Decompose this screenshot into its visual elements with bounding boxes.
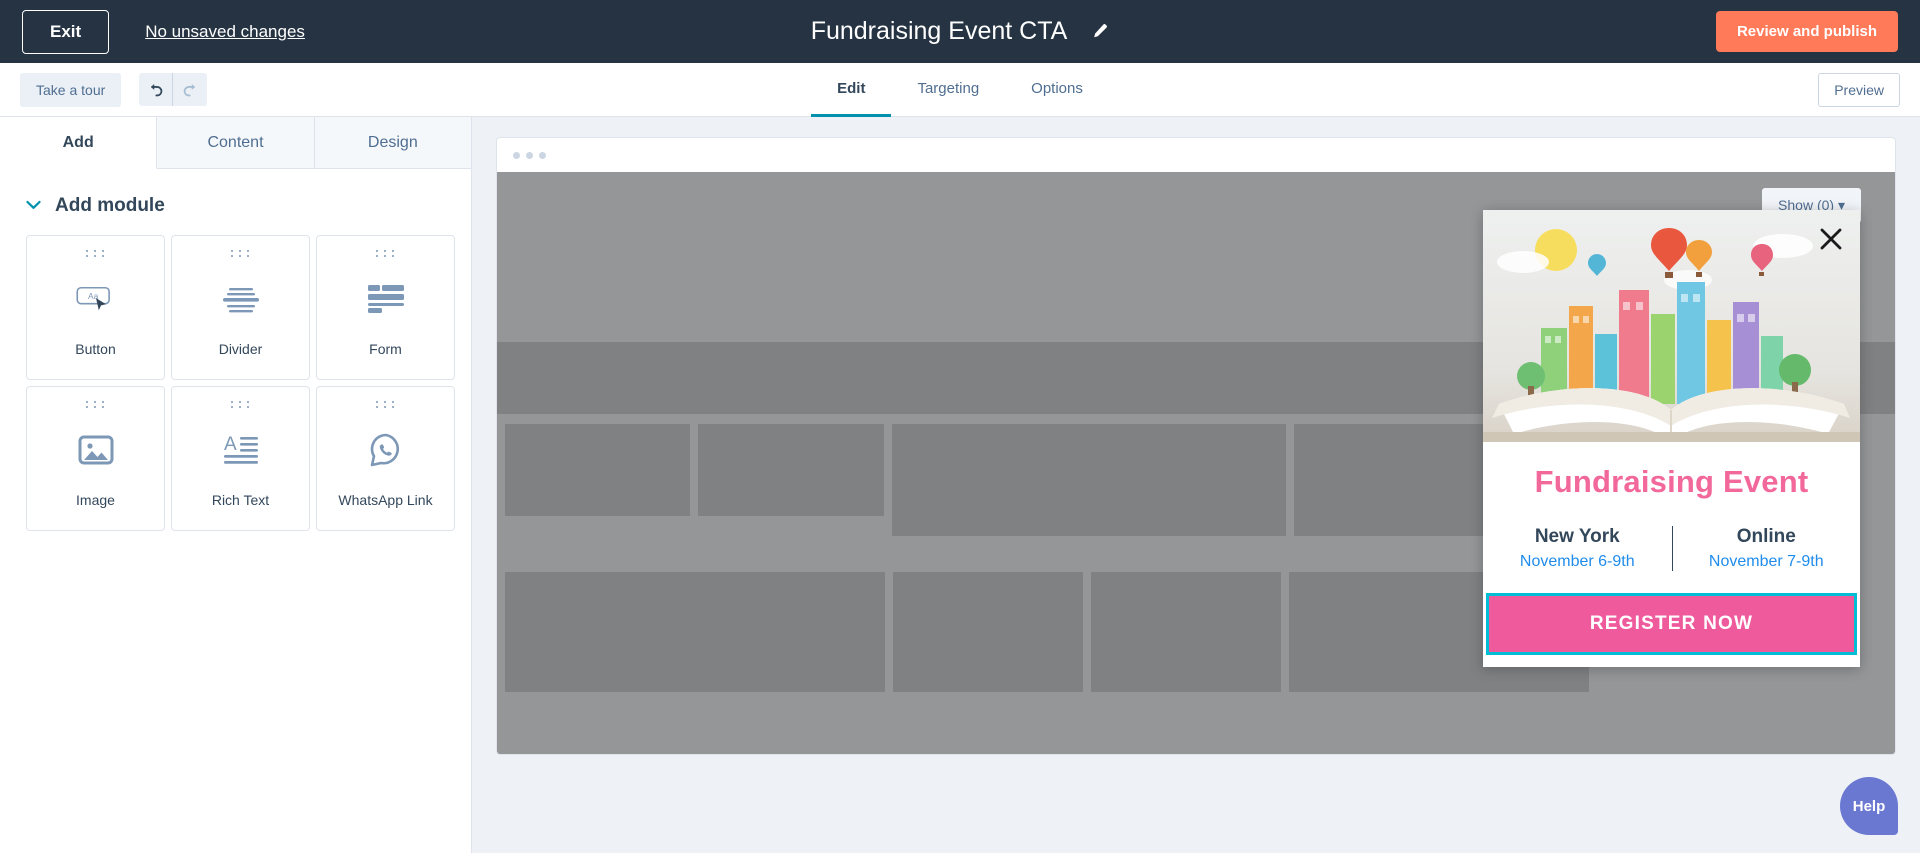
preview-frame: Show (0) ▾ Fundraising Event New York No… (496, 137, 1896, 755)
event-place: Online (1736, 526, 1796, 547)
cta-event-item: Online November 7-9th (1671, 526, 1861, 571)
event-date: November 7-9th (1708, 553, 1824, 570)
help-button[interactable]: Help (1840, 777, 1898, 835)
tab-options[interactable]: Options (1005, 63, 1109, 117)
drag-handle-icon[interactable] (85, 401, 106, 408)
sidebar-tab-design[interactable]: Design (314, 117, 471, 168)
top-bar: Exit No unsaved changes Fundraising Even… (0, 0, 1920, 63)
module-label: WhatsApp Link (338, 492, 433, 508)
cta-popup[interactable]: Fundraising Event New York November 6-9t… (1483, 210, 1860, 667)
module-label: Button (75, 341, 116, 357)
preview-button[interactable]: Preview (1818, 72, 1900, 107)
module-label: Image (76, 492, 115, 508)
frame-titlebar (497, 138, 1895, 172)
drag-handle-icon[interactable] (85, 250, 106, 257)
canvas-area: Show (0) ▾ Fundraising Event New York No… (472, 117, 1920, 853)
drag-handle-icon[interactable] (375, 401, 396, 408)
module-label: Rich Text (211, 492, 270, 508)
section-title: Add module (55, 195, 165, 216)
exit-button[interactable]: Exit (22, 9, 110, 54)
city-skyline-book-balloons-illustration (1483, 210, 1860, 442)
image-photo-icon (78, 408, 114, 492)
module-label: Divider (218, 341, 263, 357)
undo-arrow-icon[interactable] (139, 73, 174, 106)
rich-text-a-lines-icon: A (222, 408, 260, 492)
sidebar-tabs: Add Content Design (0, 117, 471, 169)
tab-edit[interactable]: Edit (811, 63, 892, 117)
register-now-button[interactable]: REGISTER NOW (1486, 593, 1857, 655)
review-and-publish-button[interactable]: Review and publish (1715, 11, 1898, 52)
redo-arrow-icon[interactable] (173, 73, 208, 106)
cta-body: Fundraising Event New York November 6-9t… (1483, 442, 1860, 667)
svg-text:A: A (224, 434, 237, 455)
sidebar-tab-content[interactable]: Content (157, 117, 315, 168)
cta-event-item: New York November 6-9th (1483, 526, 1672, 571)
whatsapp-bubble-icon (369, 408, 403, 492)
secondary-toolbar: Take a tour Edit Targeting Options Previ… (0, 63, 1920, 117)
drag-handle-icon[interactable] (230, 401, 251, 408)
module-grid: Aa Button Divider Form Image A Rich Text… (0, 235, 471, 531)
drag-handle-icon[interactable] (230, 250, 251, 257)
chevron-down-icon[interactable] (26, 197, 41, 215)
sidebar-tab-add[interactable]: Add (0, 117, 158, 169)
editor-tabs: Edit Targeting Options (0, 63, 1920, 117)
module-tile-form[interactable]: Form (316, 235, 455, 380)
button-aa-cursor-icon: Aa (75, 257, 117, 341)
cta-button-wrapper: REGISTER NOW (1483, 593, 1860, 667)
module-tile-rich-text[interactable]: A Rich Text (171, 386, 310, 531)
divider-lines-icon (221, 257, 261, 341)
add-module-section-header[interactable]: Add module (0, 169, 471, 235)
module-tile-divider[interactable]: Divider (171, 235, 310, 380)
unsaved-changes-link[interactable]: No unsaved changes (145, 22, 305, 42)
cta-headline: Fundraising Event (1534, 464, 1809, 499)
window-dot-icon (526, 151, 533, 159)
cta-event-list: New York November 6-9th Online November … (1483, 526, 1860, 593)
take-a-tour-button[interactable]: Take a tour (20, 72, 122, 107)
window-dot-icon (513, 151, 520, 159)
pencil-icon[interactable] (1089, 22, 1109, 42)
event-date: November 6-9th (1519, 553, 1635, 570)
tab-targeting[interactable]: Targeting (891, 63, 1005, 117)
window-dot-icon (539, 151, 546, 159)
module-label: Form (369, 341, 402, 357)
form-fields-icon (367, 257, 404, 341)
main-region: Add Content Design Add module Aa Button … (0, 117, 1920, 853)
module-tile-button[interactable]: Aa Button (26, 235, 165, 380)
undo-redo-group (139, 73, 208, 106)
close-x-icon[interactable] (1818, 226, 1844, 252)
event-place: New York (1534, 526, 1620, 547)
page-title: Fundraising Event CTA (810, 17, 1068, 45)
drag-handle-icon[interactable] (375, 250, 396, 257)
left-sidebar: Add Content Design Add module Aa Button … (0, 117, 472, 853)
module-tile-whatsapp-link[interactable]: WhatsApp Link (316, 386, 455, 531)
module-tile-image[interactable]: Image (26, 386, 165, 531)
